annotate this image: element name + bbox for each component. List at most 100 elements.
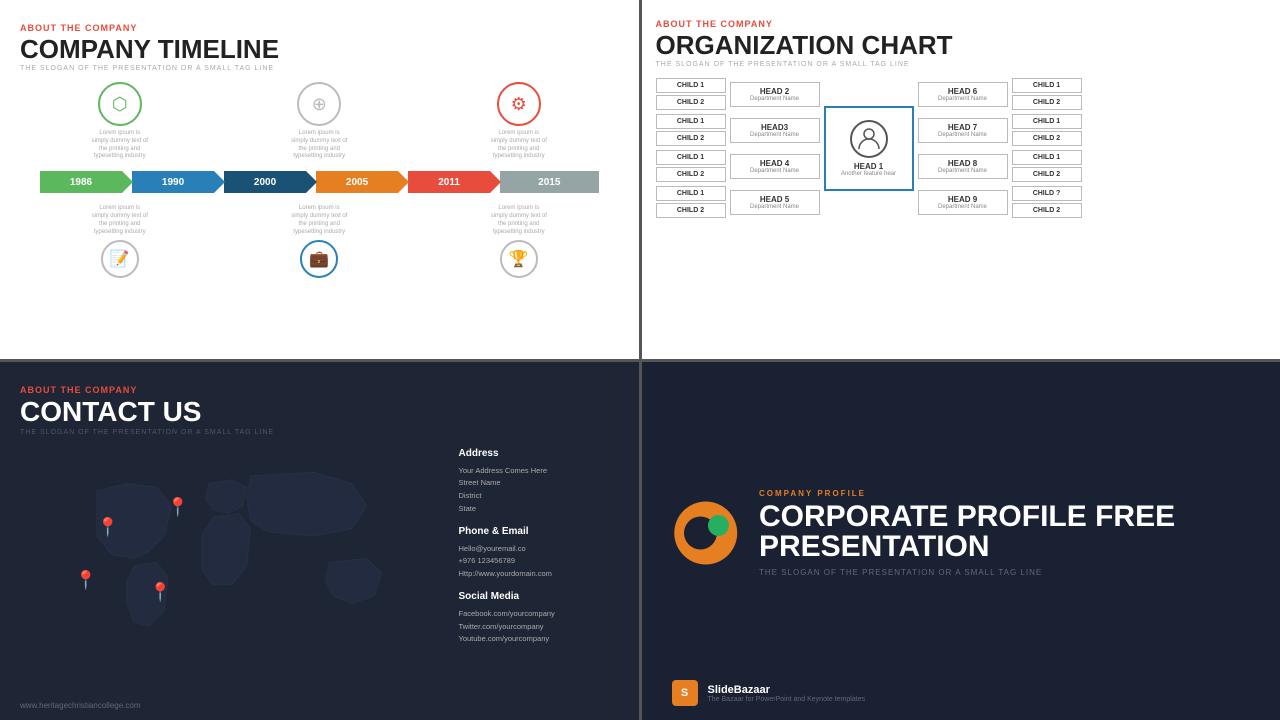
head-7-dept: Department Name [925,132,1001,138]
head-8: HEAD 8 Department Name [918,154,1008,179]
head-2-name: HEAD 2 [737,87,813,96]
timeline-bottom-3: Lorem ipsum issimply dummy text ofthe pr… [479,205,559,278]
child-1-1: CHILD 1 [656,78,726,93]
pin-green: 📍 [75,570,97,591]
map-area: 📍 📍 📍 📍 [20,446,459,689]
contact-info: Address Your Address Comes Here Street N… [459,446,619,689]
timeline-bottom-2: Lorem ipsum issimply dummy text ofthe pr… [279,205,359,278]
head-4: HEAD 4 Department Name [730,154,820,179]
rchild-3-1: CHILD 1 [1012,150,1082,165]
icon-text: 📝 [101,240,139,278]
seg-2005: 2005 [316,171,398,193]
pin-blue: 📍 [96,517,118,538]
org-title: ORGANIZATION CHART [656,32,1267,58]
seg-2015: 2015 [500,171,598,193]
timeline-about: ABOUT THE COMPANY [20,23,137,33]
child-3-1: CHILD 1 [656,150,726,165]
org-right-children: CHILD 1 CHILD 2 CHILD 1 CHILD 2 CHILD 1 … [1012,78,1082,218]
slidebazaar-footer: S SlideBazaar The Bazaar for PowerPoint … [672,680,866,706]
sb-name: SlideBazaar [708,684,866,696]
bottom-text-1: Lorem ipsum issimply dummy text ofthe pr… [92,205,148,236]
social-title: Social Media [459,589,619,605]
child-4-1: CHILD 1 [656,186,726,201]
company-profile-label: COMPANY PROFILE [759,489,1250,498]
head-5: HEAD 5 Department Name [730,190,820,215]
timeline-icon-3: ⚙ Lorem ipsum issimply dummy text ofthe … [479,82,559,161]
person-icon [850,120,888,158]
rchild-2-1: CHILD 1 [1012,114,1082,129]
org-center: HEAD 1 Another feature hear [824,78,914,218]
center-name: HEAD 1 [854,162,883,171]
pin-orange: 📍 [167,497,189,518]
head-9-dept: Department Name [925,204,1001,210]
rchild-4-2: CHILD 2 [1012,203,1082,218]
org-chart: CHILD 1 CHILD 2 CHILD 1 CHILD 2 CHILD 1 … [656,78,1267,218]
head-2-dept: Department Name [737,96,813,102]
icon-2-text: Lorem ipsum issimply dummy text ofthe pr… [291,130,347,161]
org-right-pair-1: CHILD 1 CHILD 2 [1012,78,1082,110]
corporate-title: CORPORATE PROFILE FREE PRESENTATION [759,502,1250,562]
seg-2000: 2000 [224,171,306,193]
icon-1-text: Lorem ipsum issimply dummy text ofthe pr… [92,130,148,161]
seg-1990: 1990 [132,171,214,193]
org-left-pair-4: CHILD 1 CHILD 2 [656,186,726,218]
corporate-panel: COMPANY PROFILE CORPORATE PROFILE FREE P… [642,362,1280,720]
icon-database: ⊕ [297,82,341,126]
org-about: ABOUT THE COMPANY [656,19,773,29]
head-3-dept: Department Name [737,132,813,138]
head-3-name: HEAD3 [737,123,813,132]
address-content: Your Address Comes Here Street Name Dist… [459,465,619,516]
world-map-svg [20,446,459,656]
rchild-3-2: CHILD 2 [1012,167,1082,182]
sb-logo-icon: S [672,680,698,706]
social-content: Facebook.com/yourcompany Twitter.com/you… [459,608,619,646]
head-4-name: HEAD 4 [737,159,813,168]
timeline-icon-2: ⊕ Lorem ipsum issimply dummy text ofthe … [279,82,359,161]
timeline-icon-1: ⬡ Lorem ipsum issimply dummy text ofthe … [80,82,160,161]
rchild-4-1: CHILD ? [1012,186,1082,201]
org-left-pair-3: CHILD 1 CHILD 2 [656,150,726,182]
icon-gear: ⚙ [497,82,541,126]
timeline-bottom-icons: Lorem ipsum issimply dummy text ofthe pr… [20,205,619,278]
seg-2011: 2011 [408,171,490,193]
org-left-heads: HEAD 2 Department Name HEAD3 Department … [730,78,820,218]
head-5-dept: Department Name [737,204,813,210]
timeline-bottom-1: Lorem ipsum issimply dummy text ofthe pr… [80,205,160,278]
head-8-dept: Department Name [925,168,1001,174]
contact-panel: ABOUT THE COMPANY CONTACT US THE SLOGAN … [0,362,639,720]
timeline-top-icons: ⬡ Lorem ipsum issimply dummy text ofthe … [20,82,619,161]
child-2-2: CHILD 2 [656,131,726,146]
org-left-pair-2: CHILD 1 CHILD 2 [656,114,726,146]
timeline-tagline: THE SLOGAN OF THE PRESENTATION OR A SMAL… [20,65,619,72]
child-2-1: CHILD 1 [656,114,726,129]
org-right-pair-3: CHILD 1 CHILD 2 [1012,150,1082,182]
corporate-tagline: THE SLOGAN OF THE PRESENTATION OR A SMAL… [759,568,1250,577]
org-right-pair-2: CHILD 1 CHILD 2 [1012,114,1082,146]
sb-sub: The Bazaar for PowerPoint and Keynote te… [708,696,866,703]
bottom-text-3: Lorem ipsum issimply dummy text ofthe pr… [491,205,547,236]
contact-tagline: THE SLOGAN OF THE PRESENTATION OR A SMAL… [20,429,619,436]
seg-1986: 1986 [40,171,122,193]
icon-award: 🏆 [500,240,538,278]
phone-content: Hello@youremail.co +976 123456789 Http:/… [459,543,619,581]
org-panel: ABOUT THE COMPANY ORGANIZATION CHART THE… [642,0,1280,359]
logo-area: COMPANY PROFILE CORPORATE PROFILE FREE P… [672,488,1251,578]
contact-about: ABOUT THE COMPANY [20,385,137,395]
icon-briefcase: 💼 [300,240,338,278]
head-8-name: HEAD 8 [925,159,1001,168]
org-right-heads: HEAD 6 Department Name HEAD 7 Department… [918,78,1008,218]
head-7-name: HEAD 7 [925,123,1001,132]
sb-text-block: SlideBazaar The Bazaar for PowerPoint an… [708,684,866,703]
icon-3-text: Lorem ipsum issimply dummy text ofthe pr… [491,130,547,161]
timeline-segments: 1986 1990 2000 2005 2011 2015 [40,171,599,193]
rchild-1-1: CHILD 1 [1012,78,1082,93]
rchild-1-2: CHILD 2 [1012,95,1082,110]
company-logo [672,488,739,578]
head-9: HEAD 9 Department Name [918,190,1008,215]
org-left-children: CHILD 1 CHILD 2 CHILD 1 CHILD 2 CHILD 1 … [656,78,726,218]
head-9-name: HEAD 9 [925,195,1001,204]
child-4-2: CHILD 2 [656,203,726,218]
head-4-dept: Department Name [737,168,813,174]
timeline-title: COMPANY TIMELINE [20,36,619,62]
contact-title: CONTACT US [20,398,619,426]
